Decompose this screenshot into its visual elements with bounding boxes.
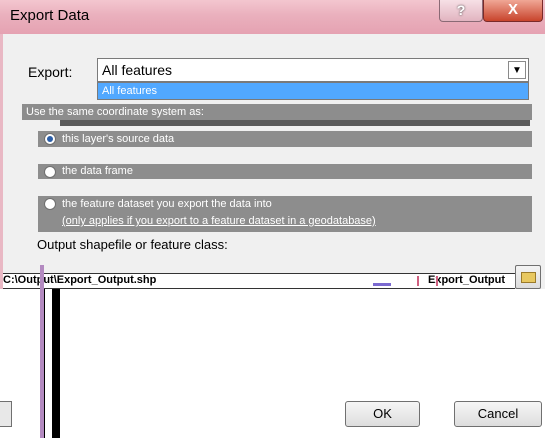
coord-system-band: Use the same coordinate system as: (22, 104, 532, 120)
radio-layer-source[interactable] (44, 133, 56, 145)
export-dropdown-list[interactable]: All features (97, 82, 529, 100)
radio-feature-dataset[interactable] (44, 198, 56, 210)
glitch-marker (373, 283, 391, 286)
option-label-1: this layer's source data (62, 133, 175, 145)
output-label: Output shapefile or feature class: (37, 237, 228, 252)
close-icon: X (507, 1, 518, 18)
export-data-dialog: Export Data ? X Export: All features ▼ A… (0, 0, 545, 438)
glitch-marker (417, 276, 419, 286)
coord-system-label: Use the same coordinate system as: (26, 106, 204, 118)
option-label-3: the feature dataset you export the data … (62, 198, 272, 210)
glitch-stripe-purple (40, 265, 44, 438)
export-label: Export: (28, 64, 73, 80)
help-icon: ? (456, 2, 466, 18)
output-path-tail: Export_Output (428, 274, 505, 286)
output-path-input[interactable]: C:\Output\Export_Output.shp Export_Outpu… (3, 273, 515, 289)
option-label-2: the data frame (62, 165, 133, 177)
export-combobox[interactable]: All features ▼ (97, 58, 529, 82)
option-row-1[interactable]: this layer's source data (38, 131, 532, 147)
browse-button[interactable] (515, 265, 541, 289)
radio-data-frame[interactable] (44, 166, 56, 178)
title-bar[interactable]: Export Data ? X (0, 0, 545, 34)
window-title: Export Data (10, 7, 90, 24)
help-button[interactable]: ? (439, 0, 483, 22)
dropdown-item-highlighted[interactable]: All features (98, 83, 528, 99)
partial-button[interactable] (0, 401, 12, 427)
glitch-marker (436, 276, 438, 286)
close-button[interactable]: X (483, 0, 543, 22)
chevron-down-icon[interactable]: ▼ (508, 61, 526, 79)
glitch-stripe (60, 120, 530, 126)
glitch-vertical-bar (52, 289, 60, 438)
output-path-value: C:\Output\Export_Output.shp (3, 274, 157, 286)
option-row-3[interactable]: the feature dataset you export the data … (38, 196, 532, 232)
option-row-2[interactable]: the data frame (38, 164, 532, 179)
ok-button[interactable]: OK (345, 401, 420, 427)
option-note: (only applies if you export to a feature… (62, 215, 376, 227)
export-combobox-value: All features (102, 62, 173, 78)
cancel-button[interactable]: Cancel (454, 401, 542, 427)
